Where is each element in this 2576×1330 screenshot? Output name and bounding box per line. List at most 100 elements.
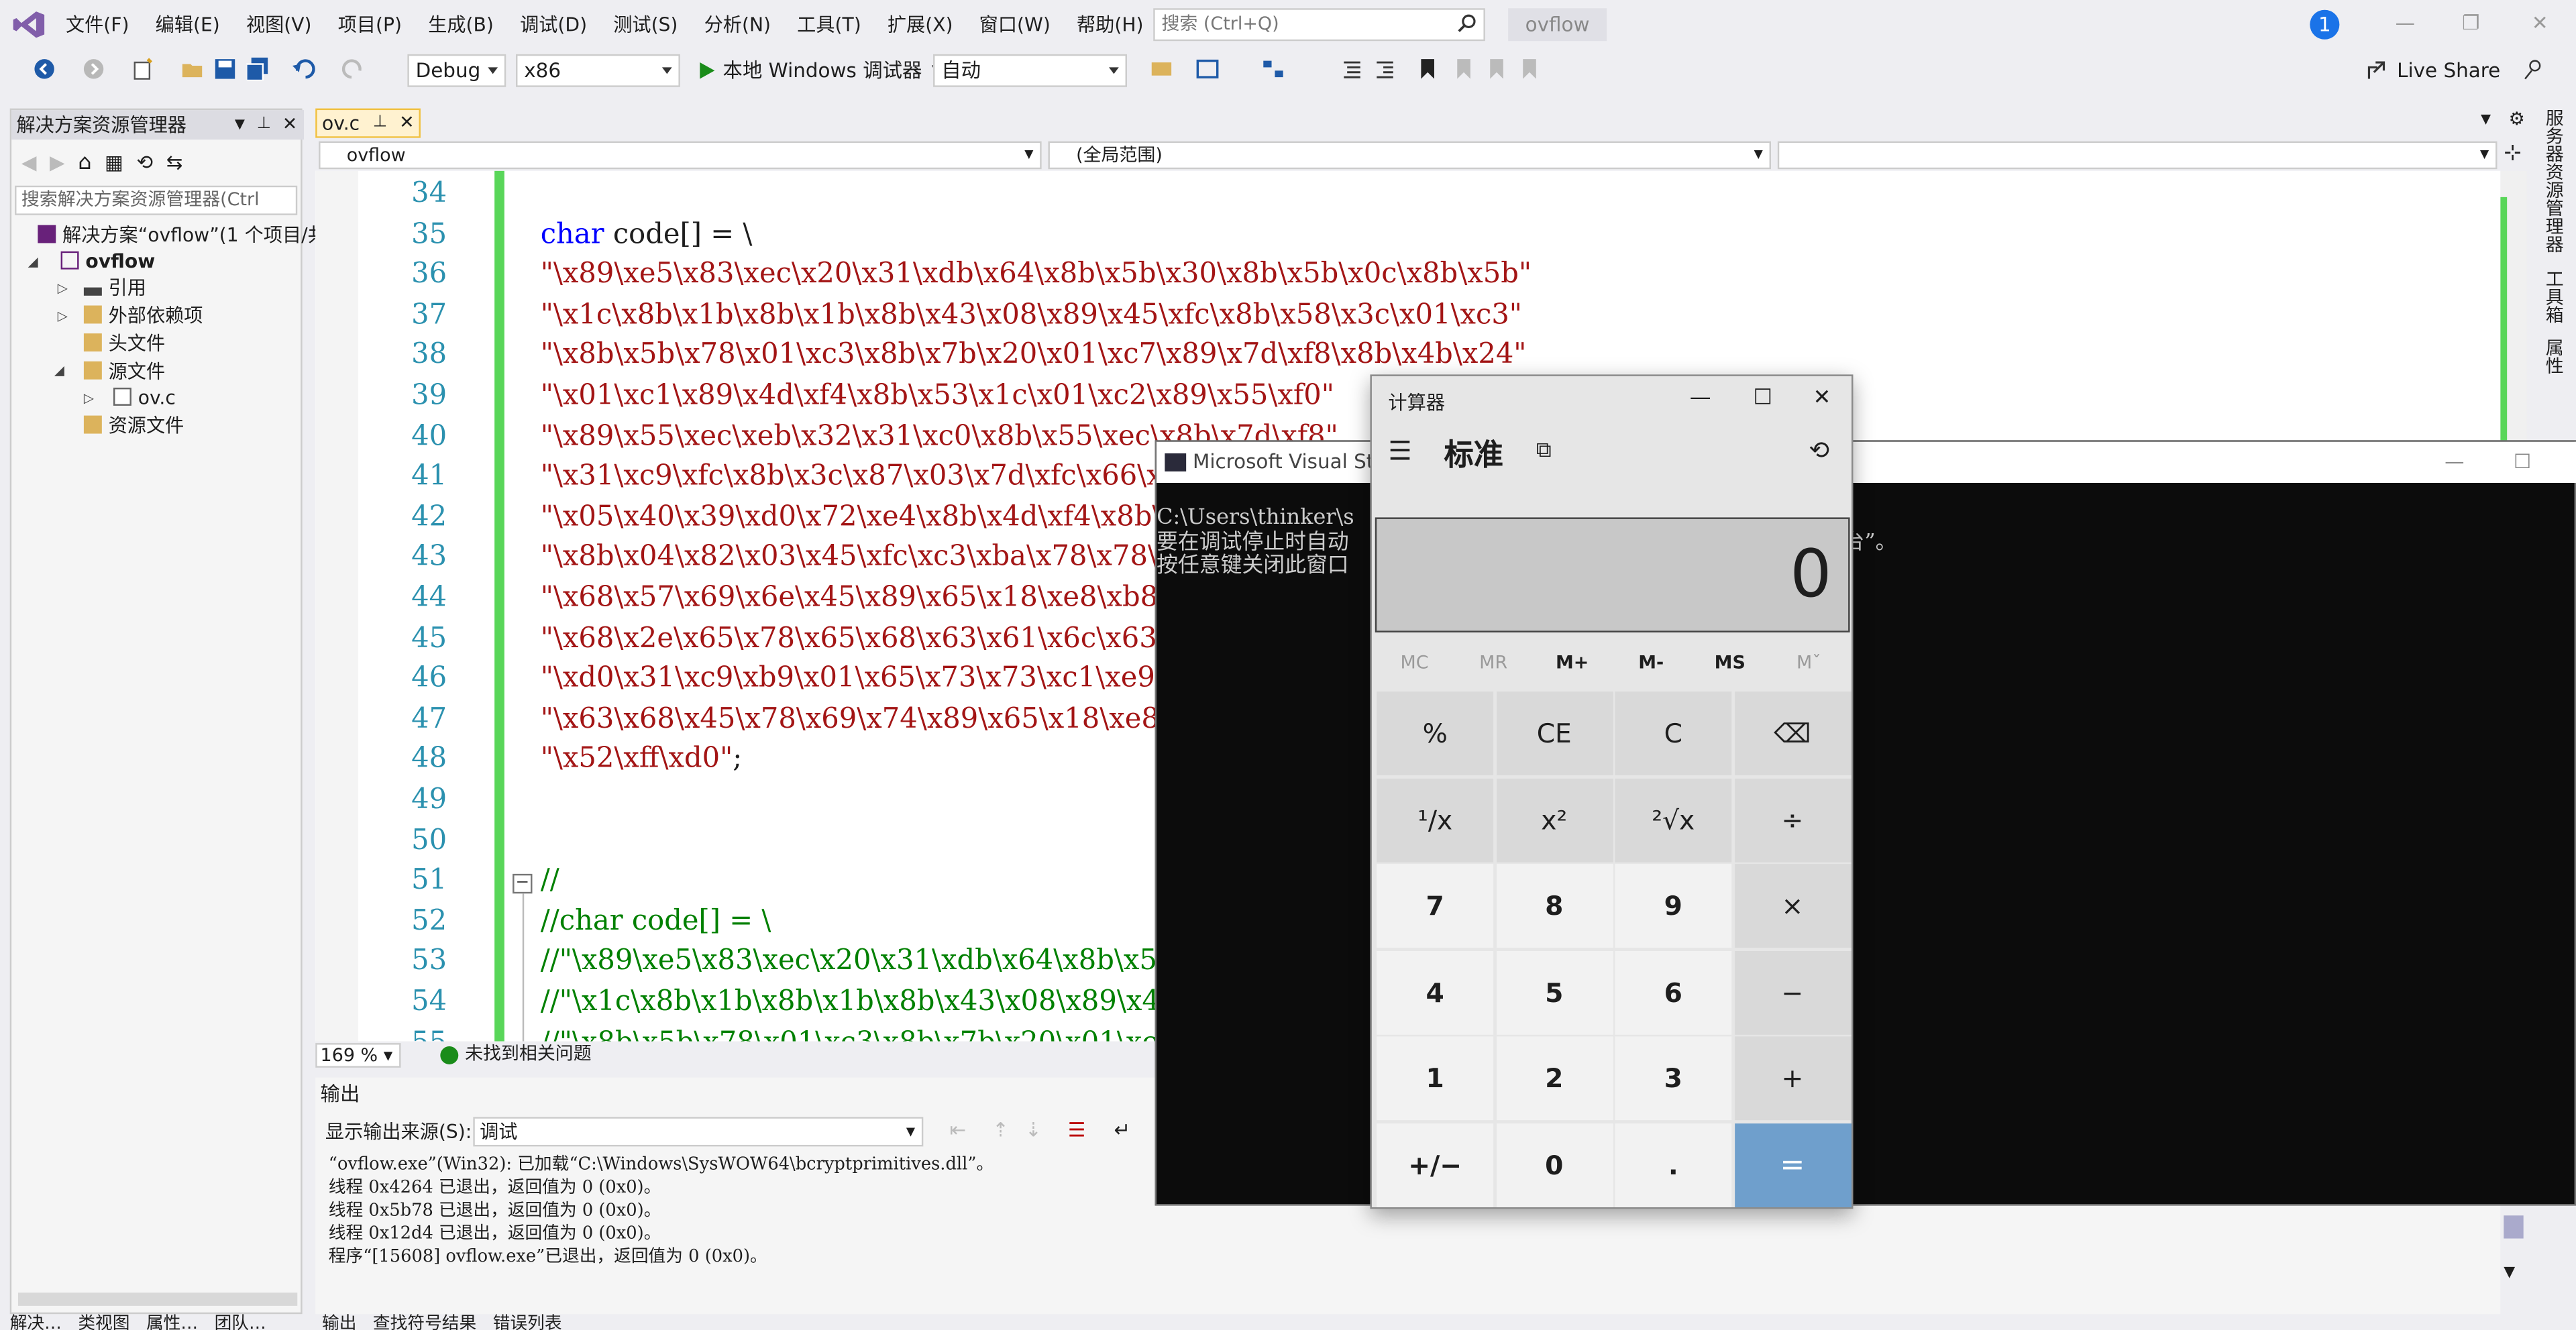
solution-search-input[interactable]: 搜索解决方案资源管理器(Ctrl xyxy=(15,185,298,215)
menu-item-4[interactable]: 生成(B) xyxy=(415,0,507,49)
tree-external-deps[interactable]: 外部依赖项 xyxy=(83,302,203,329)
redo-icon[interactable] xyxy=(341,58,364,80)
calc-key[interactable]: +/− xyxy=(1377,1123,1494,1208)
live-share-button[interactable]: Live Share xyxy=(2366,59,2500,82)
attach-select[interactable]: 自动 xyxy=(933,54,1128,87)
output-scroll-thumb[interactable] xyxy=(2504,1215,2524,1239)
history-icon[interactable]: ⟲ xyxy=(136,151,153,174)
hamburger-menu-icon[interactable]: ☰ xyxy=(1388,435,1411,467)
code-line[interactable]: "\x52\xff\xd0"; xyxy=(541,740,743,780)
collapsed-caret-icon[interactable]: ▷ xyxy=(58,309,68,323)
calc-key[interactable]: 1 xyxy=(1377,1037,1494,1121)
calc-key[interactable]: = xyxy=(1733,1123,1851,1208)
calc-key[interactable]: ¹/x xyxy=(1377,777,1494,862)
calc-key[interactable]: 9 xyxy=(1615,864,1732,948)
menu-item-8[interactable]: 工具(T) xyxy=(784,0,875,49)
code-line[interactable]: "\x8b\x04\x82\x03\x45\xfc\xc3\xba\x78\x7… xyxy=(541,538,1222,578)
undo-icon[interactable] xyxy=(292,58,315,80)
menu-item-3[interactable]: 项目(P) xyxy=(325,0,415,49)
memory-button-MS[interactable]: MS xyxy=(1690,652,1770,673)
code-line[interactable]: "\x63\x68\x45\x78\x69\x74\x89\x65\x18\xe… xyxy=(541,700,1233,740)
calc-maximize-button[interactable]: ☐ xyxy=(1746,386,1779,411)
menu-item-7[interactable]: 分析(N) xyxy=(691,0,784,49)
notification-badge[interactable]: 1 xyxy=(2310,9,2340,40)
menu-item-5[interactable]: 调试(D) xyxy=(506,0,600,49)
tab-list-icon[interactable]: ▼ xyxy=(2481,112,2491,127)
new-project-icon[interactable] xyxy=(131,58,154,80)
close-tab-icon[interactable]: ✕ xyxy=(399,110,415,136)
tab-team[interactable]: 团队… xyxy=(215,1314,266,1330)
tab-error-list[interactable]: 错误列表 xyxy=(493,1311,562,1330)
menu-item-11[interactable]: 帮助(H) xyxy=(1063,0,1157,49)
calc-key[interactable]: 8 xyxy=(1495,864,1613,948)
calc-key[interactable]: C xyxy=(1615,691,1732,775)
code-line[interactable]: //char code[] = \ xyxy=(541,901,771,942)
format-icon[interactable] xyxy=(1340,58,1363,80)
code-line[interactable]: //"\x8b\x5b\x78\x01\xc3\x8b\x7b\x20\x01\… xyxy=(541,1023,1189,1042)
calc-key[interactable]: + xyxy=(1733,1037,1851,1121)
code-line[interactable]: "\x68\x57\x69\x6e\x45\x89\x65\x18\xe8\xb… xyxy=(541,578,1216,618)
memory-button-MR[interactable]: MR xyxy=(1454,652,1533,673)
back-icon[interactable] xyxy=(33,58,56,80)
clear-all-icon[interactable]: ☰ xyxy=(1068,1119,1085,1142)
next-bookmark-icon[interactable] xyxy=(1485,58,1508,80)
code-line[interactable]: char code[] = \ xyxy=(541,215,753,255)
forward-icon[interactable] xyxy=(82,58,105,80)
tab-properties-right[interactable]: 属性 xyxy=(2540,338,2566,374)
code-line[interactable]: "\x31\xc9\xfc\x8b\x3c\x87\x03\x7d\xfc\x6… xyxy=(541,457,1211,497)
back-icon[interactable]: ◀ xyxy=(21,151,37,174)
configuration-select[interactable]: Debug xyxy=(407,54,506,87)
code-line[interactable]: "\x05\x40\x39\xd0\x72\xe4\x8b\x4d\xf4\x8… xyxy=(541,498,1226,538)
memory-button-M-[interactable]: M- xyxy=(1611,652,1690,673)
tab-server-explorer[interactable]: 服务器资源管理器 xyxy=(2540,109,2566,254)
calc-key[interactable]: 7 xyxy=(1377,864,1494,948)
tree-source-files[interactable]: 源文件 xyxy=(83,358,165,384)
menu-item-1[interactable]: 编辑(E) xyxy=(142,0,233,49)
restore-button[interactable]: ❐ xyxy=(2458,10,2484,36)
memory-button-MC[interactable]: MC xyxy=(1375,652,1454,673)
pin-icon[interactable]: ⊥ xyxy=(373,110,387,136)
memory-button-Mˇ[interactable]: Mˇ xyxy=(1770,652,1849,673)
collapse-outline-icon[interactable]: − xyxy=(513,873,533,894)
calc-key[interactable]: % xyxy=(1377,691,1494,775)
hot-reload-icon[interactable] xyxy=(1150,58,1173,80)
scroll-down-icon[interactable]: ▼ xyxy=(2504,1265,2515,1281)
calc-key[interactable]: 6 xyxy=(1615,950,1732,1035)
calc-key[interactable]: − xyxy=(1733,950,1851,1035)
member-select[interactable]: ▼ xyxy=(1777,141,2498,170)
console-maximize-button[interactable]: ☐ xyxy=(2514,442,2531,483)
open-folder-icon[interactable] xyxy=(180,58,203,80)
history-icon[interactable]: ⟲ xyxy=(1809,435,1829,465)
calc-key[interactable]: ²√x xyxy=(1615,777,1732,862)
horizontal-scrollbar[interactable] xyxy=(17,1292,298,1306)
editor-tab-ovc[interactable]: ov.c ⊥ ✕ xyxy=(315,108,421,138)
feedback-icon[interactable] xyxy=(2522,58,2544,80)
prev-message-icon[interactable]: ⇡ xyxy=(992,1119,1009,1142)
console-minimize-button[interactable]: — xyxy=(2445,442,2464,483)
calc-key[interactable]: ⌫ xyxy=(1733,691,1851,775)
calc-key[interactable]: ÷ xyxy=(1733,777,1851,862)
word-wrap-icon[interactable]: ↵ xyxy=(1114,1119,1130,1142)
tree-resource-files[interactable]: 资源文件 xyxy=(83,412,184,439)
project-scope-select[interactable]: ovflow ▼ xyxy=(319,141,1042,170)
home-icon[interactable]: ⌂ xyxy=(78,150,91,175)
find-message-icon[interactable]: ⇤ xyxy=(950,1119,967,1142)
calculator-window[interactable]: 计算器 — ☐ ✕ ☰ 标准 ⧉ ⟲ 0 MC MR M+ M- MS Mˇ % CE C ⌫ ¹… xyxy=(1370,374,1854,1209)
calc-key[interactable]: 2 xyxy=(1495,1037,1613,1121)
code-line[interactable]: "\x01\xc1\x89\x4d\xf4\x8b\x53\x1c\x01\xc… xyxy=(541,376,1334,417)
bookmark-icon[interactable] xyxy=(1416,58,1439,80)
start-debugger-button[interactable]: 本地 Windows 调试器 ▼ xyxy=(696,54,942,87)
calc-key[interactable]: x² xyxy=(1495,777,1613,862)
tab-toolbox[interactable]: 工具箱 xyxy=(2540,270,2566,324)
calc-close-button[interactable]: ✕ xyxy=(1805,386,1838,411)
menu-item-0[interactable]: 文件(F) xyxy=(52,0,142,49)
code-line[interactable]: "\x68\x2e\x65\x78\x65\x68\x63\x61\x6c\x6… xyxy=(541,618,1231,659)
platform-select[interactable]: x86 xyxy=(515,54,680,87)
output-source-select[interactable]: 调试 ▼ xyxy=(473,1117,924,1147)
tab-find-symbol[interactable]: 查找符号结果 xyxy=(373,1311,476,1330)
minimize-button[interactable]: — xyxy=(2392,10,2418,36)
settings-gear-icon[interactable]: ⚙ xyxy=(2509,109,2525,130)
save-all-icon[interactable] xyxy=(246,57,269,81)
indent-icon[interactable] xyxy=(1373,58,1396,80)
expanded-caret-icon[interactable]: ◢ xyxy=(28,255,38,270)
